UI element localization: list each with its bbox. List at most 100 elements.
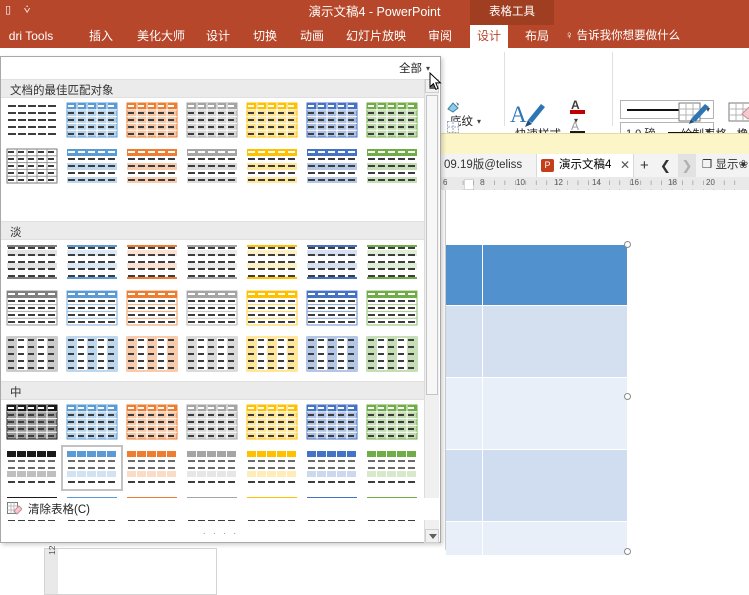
table-style-thumbnail[interactable] bbox=[61, 445, 123, 491]
table-style-thumbnail[interactable] bbox=[125, 289, 179, 327]
gallery-resize-grip[interactable]: · · · · bbox=[1, 528, 440, 539]
prev-tab-button[interactable]: ❮ bbox=[660, 154, 671, 177]
gallery-scroll-area[interactable]: 文档的最佳匹配对象 淡 中 bbox=[1, 79, 425, 521]
table-style-thumbnail[interactable] bbox=[65, 243, 119, 281]
table-styles-gallery[interactable]: 全部 ▾ 文档的最佳匹配对象 淡 中 清除表格(C) · · · · bbox=[0, 56, 441, 543]
table-style-thumbnail[interactable] bbox=[5, 147, 59, 185]
table-style-thumbnail[interactable] bbox=[125, 403, 179, 441]
tab-slideshow[interactable]: 幻灯片放映 bbox=[338, 25, 414, 48]
table-style-thumbnail[interactable] bbox=[65, 403, 119, 441]
table-style-thumbnail[interactable] bbox=[245, 403, 299, 441]
ruler-tick: 6 bbox=[443, 178, 448, 187]
table-style-thumbnail[interactable] bbox=[125, 449, 179, 487]
close-tab-icon[interactable]: ✕ bbox=[620, 154, 630, 177]
table-style-thumbnail[interactable] bbox=[125, 335, 179, 373]
table-style-thumbnail[interactable] bbox=[185, 289, 239, 327]
table-style-thumbnail[interactable] bbox=[185, 403, 239, 441]
resize-handle-middle-right[interactable] bbox=[624, 393, 631, 400]
table-style-thumbnail[interactable] bbox=[365, 101, 419, 139]
table-style-thumbnail[interactable] bbox=[245, 335, 299, 373]
tab-transitions[interactable]: 切换 bbox=[247, 25, 283, 48]
tab-dri-tools[interactable]: dri Tools bbox=[0, 25, 62, 48]
message-bar bbox=[440, 133, 749, 156]
table-cell[interactable] bbox=[446, 522, 482, 555]
tab-animations[interactable]: 动画 bbox=[294, 25, 330, 48]
table-style-thumbnail[interactable] bbox=[5, 403, 59, 441]
table-style-thumbnail[interactable] bbox=[365, 243, 419, 281]
table-style-thumbnail[interactable] bbox=[305, 101, 359, 139]
table-cell[interactable] bbox=[483, 450, 627, 521]
scrollbar-thumb[interactable] bbox=[426, 95, 438, 395]
table-style-thumbnail[interactable] bbox=[365, 147, 419, 185]
table-style-thumbnail[interactable] bbox=[65, 147, 119, 185]
gallery-section-header-medium: 中 bbox=[1, 381, 425, 400]
scroll-up-button[interactable] bbox=[425, 79, 439, 93]
table-style-thumbnail[interactable] bbox=[365, 449, 419, 487]
gallery-filter-dropdown[interactable]: 全部 ▾ bbox=[399, 60, 430, 76]
table-style-thumbnail[interactable] bbox=[365, 403, 419, 441]
table-cell[interactable] bbox=[483, 522, 627, 555]
document-tab-inactive[interactable]: 09.19版@teliss bbox=[440, 154, 522, 177]
table-style-thumbnail[interactable] bbox=[185, 243, 239, 281]
table-cell[interactable] bbox=[446, 450, 482, 521]
table-cell[interactable] bbox=[446, 378, 482, 449]
text-fill-icon: A bbox=[570, 98, 585, 114]
table-cell[interactable] bbox=[483, 378, 627, 449]
clear-table-row[interactable]: 清除表格(C) bbox=[1, 498, 440, 520]
tab-review[interactable]: 审阅 bbox=[422, 25, 458, 48]
table-style-thumbnail[interactable] bbox=[305, 243, 359, 281]
table-style-thumbnail[interactable] bbox=[305, 403, 359, 441]
table-style-thumbnail[interactable] bbox=[5, 335, 59, 373]
table-style-thumbnail[interactable] bbox=[5, 243, 59, 281]
gallery-scrollbar[interactable] bbox=[424, 79, 439, 543]
tab-design[interactable]: 设计 bbox=[200, 25, 236, 48]
table-style-thumbnail[interactable] bbox=[245, 289, 299, 327]
table-style-thumbnail[interactable] bbox=[5, 289, 59, 327]
tell-me-box[interactable]: ♀ 告诉我你想要做什么 bbox=[565, 25, 680, 48]
table-style-thumbnail[interactable] bbox=[185, 449, 239, 487]
next-tab-button[interactable]: ❯ bbox=[678, 154, 696, 177]
table-header-cell[interactable] bbox=[483, 245, 627, 305]
table-header-cell[interactable] bbox=[446, 245, 482, 305]
resize-handle-bottom-right[interactable] bbox=[624, 548, 631, 555]
show-panel-label: 显示❀ bbox=[715, 159, 749, 171]
table-style-thumbnail[interactable] bbox=[365, 335, 419, 373]
slide-canvas[interactable] bbox=[440, 190, 749, 593]
tab-table-design[interactable]: 设计 bbox=[470, 25, 508, 48]
table-style-thumbnail[interactable] bbox=[245, 101, 299, 139]
table-style-thumbnail[interactable] bbox=[185, 101, 239, 139]
table-style-thumbnail[interactable] bbox=[125, 147, 179, 185]
tab-insert[interactable]: 插入 bbox=[83, 25, 119, 48]
table-style-thumbnail[interactable] bbox=[365, 289, 419, 327]
table-style-thumbnail[interactable] bbox=[245, 449, 299, 487]
table-style-thumbnail[interactable] bbox=[5, 449, 59, 487]
table-style-thumbnail[interactable] bbox=[245, 243, 299, 281]
group-divider bbox=[612, 52, 613, 126]
table-style-thumbnail[interactable] bbox=[245, 147, 299, 185]
document-tab-bar: 09.19版@teliss P 演示文稿4 ✕ + ❮ ❯ ❐ 显示❀ bbox=[440, 154, 749, 178]
table-cell[interactable] bbox=[483, 306, 627, 377]
table-style-thumbnail[interactable] bbox=[185, 335, 239, 373]
table-style-thumbnail[interactable] bbox=[305, 289, 359, 327]
table-style-thumbnail[interactable] bbox=[125, 243, 179, 281]
table-style-thumbnail[interactable] bbox=[65, 335, 119, 373]
table-style-thumbnail[interactable] bbox=[125, 101, 179, 139]
slide-table[interactable] bbox=[446, 241, 631, 555]
table-style-thumbnail[interactable] bbox=[65, 289, 119, 327]
table-style-thumbnail[interactable] bbox=[65, 101, 119, 139]
table-style-thumbnail[interactable] bbox=[305, 147, 359, 185]
borders-icon bbox=[447, 121, 459, 133]
table-style-thumbnail[interactable] bbox=[305, 449, 359, 487]
table-style-thumbnail[interactable] bbox=[185, 147, 239, 185]
svg-text:A: A bbox=[510, 102, 527, 127]
table-style-thumbnail[interactable] bbox=[305, 335, 359, 373]
tab-beautify[interactable]: 美化大师 bbox=[130, 25, 192, 48]
horizontal-ruler[interactable]: 6 8 10 12 14 16 18 20 ı ı ı ı ı ı ı ı ı … bbox=[440, 177, 749, 191]
resize-handle-top-right[interactable] bbox=[624, 241, 631, 248]
new-tab-button[interactable]: + bbox=[640, 154, 649, 177]
table-cell[interactable] bbox=[446, 306, 482, 377]
show-panel-button[interactable]: ❐ 显示❀ bbox=[702, 154, 748, 177]
chevron-down-icon[interactable]: ▾ bbox=[426, 64, 430, 73]
tab-table-layout[interactable]: 布局 bbox=[518, 25, 556, 48]
table-style-thumbnail[interactable] bbox=[5, 101, 59, 139]
